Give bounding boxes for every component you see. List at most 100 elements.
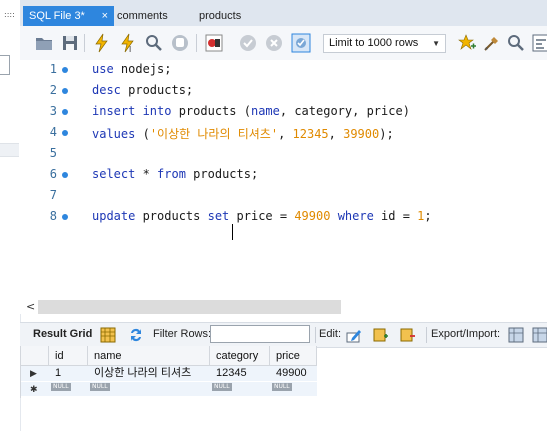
grid-layout-icon[interactable] — [100, 327, 116, 343]
open-folder-icon[interactable] — [34, 33, 54, 53]
cell-id[interactable]: 1 — [49, 366, 61, 381]
code-text: products — [135, 209, 208, 223]
code-text: , — [328, 127, 344, 141]
sql-keyword: set — [207, 209, 230, 223]
statement-marker-icon — [62, 130, 68, 136]
column-header-price[interactable]: price — [270, 346, 317, 366]
filter-rows-label: Filter Rows: — [153, 328, 212, 340]
code-text: * — [135, 167, 158, 181]
statement-marker-icon — [62, 214, 68, 220]
code-line[interactable]: insert into products (name, category, pr… — [92, 104, 410, 118]
null-badge-price[interactable]: NULL — [272, 383, 292, 391]
export-icon[interactable] — [508, 327, 524, 343]
limit-rows-select[interactable]: Limit to 1000 rows ▼ — [323, 34, 446, 53]
code-text: price = — [229, 209, 295, 223]
code-text: id = — [373, 209, 418, 223]
toolbar-separator — [84, 34, 85, 52]
line-number: 7 — [49, 188, 57, 202]
sql-editor-toolbar: I Limit to 1000 rows ▼ — [20, 26, 547, 61]
sql-keyword: name — [250, 104, 280, 118]
code-line[interactable]: update products set price = 49900 where … — [92, 209, 432, 223]
sql-code-editor[interactable]: 1 use nodejs; 2 desc products; 3 insert into … — [20, 60, 547, 300]
autocommit-icon[interactable] — [291, 33, 311, 53]
commit-icon[interactable] — [238, 33, 258, 53]
result-grid-label[interactable]: Result Grid — [33, 328, 92, 340]
cell-category[interactable]: 12345 — [210, 366, 247, 381]
null-badge-category[interactable]: NULL — [212, 383, 232, 391]
refresh-icon[interactable] — [128, 327, 144, 343]
bookmark-icon[interactable] — [457, 33, 477, 53]
explain-icon[interactable] — [144, 33, 164, 53]
statement-marker-icon — [62, 67, 68, 73]
line-number: 2 — [49, 83, 57, 97]
toggle-icon[interactable] — [204, 33, 224, 53]
sidebar-band — [0, 143, 19, 157]
code-text: products; — [185, 167, 259, 181]
execute-icon[interactable] — [92, 33, 112, 53]
toolbar-separator — [196, 34, 197, 52]
number-literal: 12345 — [292, 127, 329, 141]
sql-keyword: where — [337, 209, 374, 223]
code-line[interactable]: desc products; — [92, 83, 193, 97]
cell-name[interactable]: 이상한 나라의 티셔츠 — [88, 366, 191, 381]
export-import-label: Export/Import: — [431, 328, 501, 340]
line-number: 6 — [49, 167, 57, 181]
sql-keyword: insert into — [92, 104, 172, 118]
tab-close-icon[interactable]: × — [102, 6, 108, 26]
code-text: nodejs; — [113, 62, 172, 76]
sql-keyword: values — [92, 127, 136, 141]
execute-current-icon[interactable]: I — [118, 33, 138, 53]
row-header-corner — [21, 346, 49, 366]
add-row-icon[interactable] — [373, 327, 389, 343]
line-number: 3 — [49, 104, 57, 118]
column-header-category[interactable]: category — [210, 346, 270, 366]
code-line[interactable]: select * from products; — [92, 167, 258, 181]
line-number: 8 — [49, 209, 57, 223]
stop-icon[interactable] — [170, 33, 190, 53]
scrollbar-thumb[interactable] — [38, 300, 341, 314]
code-text: products ( — [171, 104, 251, 118]
code-line[interactable]: values ('이상한 나라의 티셔츠', 12345, 39900); — [92, 125, 394, 142]
sql-keyword: from — [157, 167, 186, 181]
sql-keyword: use — [92, 62, 114, 76]
code-text: products; — [120, 83, 194, 97]
string-literal: '이상한 나라의 티셔츠' — [149, 127, 279, 141]
wrap-icon[interactable] — [531, 33, 547, 53]
current-row-marker-icon: ▶ — [30, 368, 37, 378]
edit-row-icon[interactable] — [346, 327, 362, 343]
null-badge-id[interactable]: NULL — [51, 383, 71, 391]
scroll-left-arrow-icon[interactable]: < — [26, 300, 35, 313]
editor-horizontal-scrollbar[interactable]: < — [20, 300, 547, 314]
filter-rows-input[interactable] — [210, 325, 310, 343]
toolbar-separator — [426, 327, 427, 343]
new-row-marker-icon: ✱ — [30, 384, 38, 394]
statement-marker-icon — [62, 88, 68, 94]
left-sidebar-strip: :::: — [0, 0, 21, 431]
tab-comments[interactable]: comments — [117, 6, 168, 26]
number-literal: 39900 — [343, 127, 380, 141]
edit-label: Edit: — [319, 328, 342, 340]
sql-keyword: desc — [92, 83, 121, 97]
cell-price[interactable]: 49900 — [270, 366, 307, 381]
code-text: ; — [424, 209, 432, 223]
number-literal: 49900 — [294, 209, 331, 223]
code-text: ( — [135, 127, 150, 141]
beautify-icon[interactable] — [482, 33, 502, 53]
splitter-grip[interactable]: :::: — [4, 10, 15, 19]
import-icon[interactable] — [532, 327, 547, 343]
result-grid[interactable]: id name category price ▶ 1 이상한 나라의 티셔츠 1… — [20, 346, 317, 398]
statement-marker-icon — [62, 172, 68, 178]
column-header-id[interactable]: id — [49, 346, 88, 366]
sql-keyword: select — [92, 167, 136, 181]
code-line[interactable]: use nodejs; — [92, 62, 171, 76]
tab-sql-file-3[interactable]: SQL File 3* × — [23, 6, 114, 26]
delete-row-icon[interactable] — [400, 327, 416, 343]
column-header-name[interactable]: name — [88, 346, 210, 366]
null-badge-name[interactable]: NULL — [90, 383, 110, 391]
save-icon[interactable] — [60, 33, 80, 53]
code-text: ); — [379, 127, 394, 141]
sidebar-input-stub[interactable] — [0, 55, 10, 75]
rollback-icon[interactable] — [264, 33, 284, 53]
find-icon[interactable] — [506, 33, 526, 53]
tab-products[interactable]: products — [199, 6, 241, 26]
